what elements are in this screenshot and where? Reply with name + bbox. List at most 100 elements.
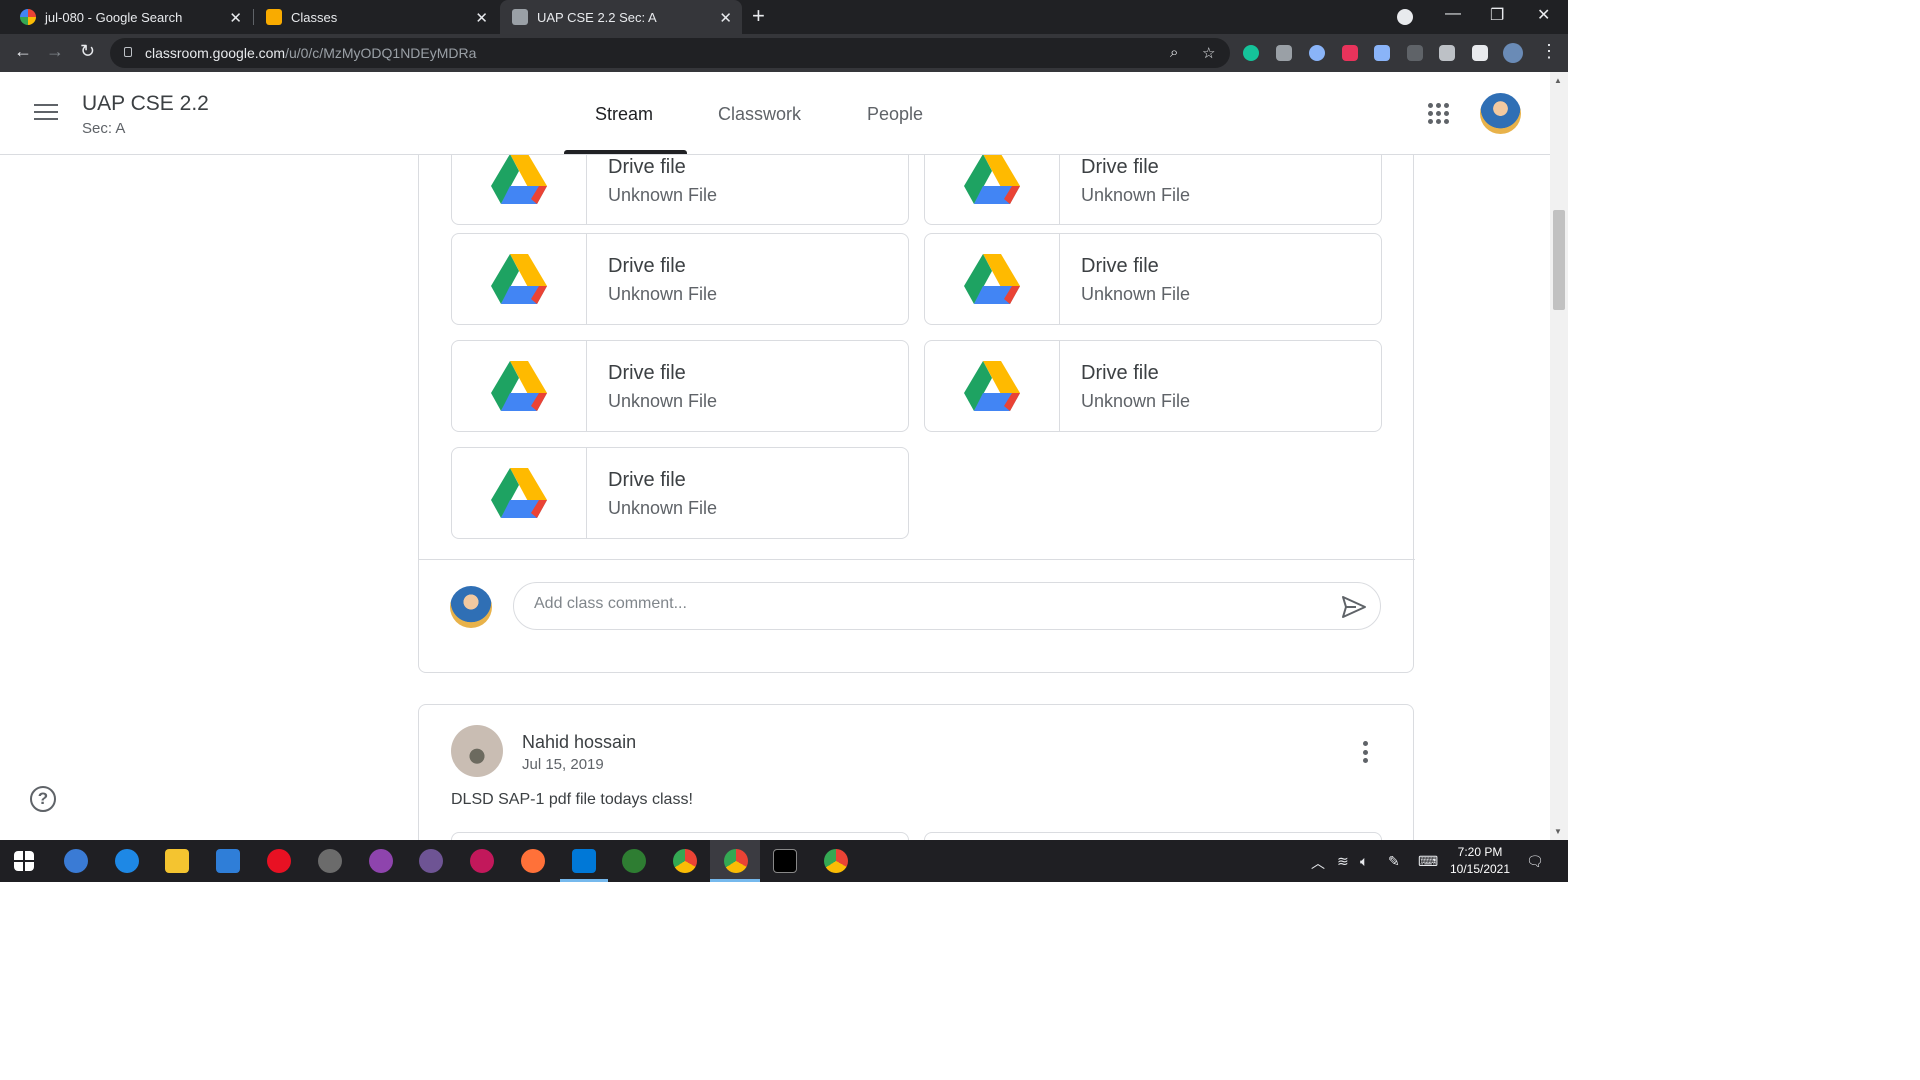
help-icon[interactable]: ? [30,786,56,812]
close-window-icon[interactable]: ✕ [1537,5,1550,25]
volume-icon[interactable]: 🔈︎ [1360,853,1368,870]
google-g-icon [20,9,36,25]
page-scrollbar[interactable]: ▲ ▼ [1550,72,1568,840]
download-extension-icon[interactable] [1374,45,1390,61]
google-drive-icon [491,155,547,204]
attachment-card[interactable] [924,832,1382,840]
terminal-icon[interactable] [773,849,797,873]
send-icon[interactable] [1340,593,1368,621]
attachment-card[interactable]: Drive file Unknown File [924,155,1382,225]
chrome-profile-icon[interactable] [724,849,748,873]
wifi-icon[interactable]: ≋ [1337,853,1349,870]
user-avatar[interactable] [1480,93,1521,134]
github-desktop-icon[interactable] [419,849,443,873]
puzzle-extensions-icon[interactable] [1472,45,1488,61]
attachment-card[interactable]: Drive file Unknown File [451,155,909,225]
tab-search-icon[interactable] [1397,9,1413,25]
mirror-extension-icon[interactable] [1407,45,1423,61]
attachment-thumbnail [925,341,1060,431]
camera-extension-icon[interactable] [1276,45,1292,61]
tab-stream[interactable]: Stream [595,104,653,125]
attachment-title: Drive file [608,469,686,491]
eclipse-icon[interactable] [622,849,646,873]
attachment-thumbnail [452,155,587,224]
vscode-icon[interactable] [572,849,596,873]
class-title[interactable]: UAP CSE 2.2 [82,92,209,116]
hamburger-icon[interactable] [34,104,58,122]
back-icon[interactable]: ← [14,41,32,62]
attachment-card[interactable]: Drive file Unknown File [924,340,1382,432]
class-comment-input[interactable] [534,595,1314,613]
attachment-type: Unknown File [608,284,718,304]
close-tab-icon[interactable]: ✕ [475,9,488,27]
eye-extension-icon[interactable] [1309,45,1325,61]
scroll-down-icon[interactable]: ▼ [1554,827,1562,836]
browser-tab-bar: jul-080 - Google Search ✕ Classes ✕ UAP … [0,0,1568,34]
google-drive-icon [491,468,547,518]
opera-icon[interactable] [267,849,291,873]
grammarly-extension-icon[interactable] [1243,45,1259,61]
new-tab-icon[interactable]: + [752,3,765,29]
attachment-card[interactable]: Drive file Unknown File [451,340,909,432]
keyboard-icon[interactable]: ⌨ [1418,853,1438,870]
attachment-type: Unknown File [1081,185,1191,205]
browser-tab-google-search[interactable]: jul-080 - Google Search ✕ [8,0,252,34]
post-date[interactable]: Jul 15, 2019 [522,756,604,773]
scroll-up-icon[interactable]: ▲ [1554,76,1562,85]
attachment-thumbnail [925,234,1060,324]
paint-icon[interactable] [470,849,494,873]
scroll-thumb[interactable] [1553,210,1565,310]
restore-icon[interactable]: ❐ [1490,5,1504,25]
chrome-menu-icon[interactable]: ⋮ [1540,41,1558,62]
running-app-indicator [710,879,760,882]
bookmark-star-icon[interactable]: ☆ [1202,44,1215,62]
google-drive-icon [491,361,547,411]
attachment-card[interactable]: Drive file Unknown File [924,233,1382,325]
edge-icon[interactable] [115,849,139,873]
attachment-thumbnail [452,234,587,324]
classroom-icon [266,9,282,25]
browser-tab-classes[interactable]: Classes ✕ [254,0,498,34]
apps-grid-icon[interactable] [1428,103,1449,124]
pen-icon[interactable]: ✎ [1388,853,1400,870]
dropper-extension-icon[interactable] [1439,45,1455,61]
attachment-card[interactable]: Drive file Unknown File [451,233,909,325]
tab-classwork[interactable]: Classwork [718,104,801,125]
url-text: classroom.google.com/u/0/c/MzMyODQ1NDEyM… [145,45,477,61]
close-tab-icon[interactable]: ✕ [229,9,242,27]
notifications-icon[interactable]: 🗨︎ [1526,853,1544,870]
messenger-icon[interactable] [369,849,393,873]
google-drive-icon [491,254,547,304]
reload-icon[interactable]: ↻ [80,41,95,62]
close-tab-icon[interactable]: ✕ [719,9,732,27]
attachment-card[interactable]: Drive file Unknown File [451,447,909,539]
play-extension-icon[interactable] [1342,45,1358,61]
class-comment-field[interactable] [513,582,1381,630]
chrome-alt-profile-icon[interactable] [824,849,848,873]
satellite-icon[interactable] [318,849,342,873]
browser-tab-uap-cse[interactable]: UAP CSE 2.2 Sec: A ✕ [500,0,742,34]
minimize-icon[interactable]: — [1445,5,1461,23]
address-bar[interactable]: classroom.google.com/u/0/c/MzMyODQ1NDEyM… [110,38,1230,68]
chrome-icon[interactable] [673,849,697,873]
windows-start-icon[interactable] [14,851,34,871]
attachment-card[interactable] [451,832,909,840]
tab-people[interactable]: People [867,104,923,125]
announcement-card: Drive file Unknown File Drive file Unkno… [418,155,1415,673]
zoom-icon[interactable]: ⌕ [1170,44,1178,61]
attachment-thumbnail [925,155,1060,224]
chrome-profile-avatar[interactable] [1503,43,1523,63]
show-hidden-icons-icon[interactable]: ︿ [1311,853,1325,873]
qbittorrent-icon[interactable] [64,849,88,873]
browser-tab-title: Classes [291,9,338,25]
forward-icon[interactable]: → [46,41,64,62]
poster-avatar[interactable] [451,725,503,777]
firefox-icon[interactable] [521,849,545,873]
browser-toolbar: ← → ↻ classroom.google.com/u/0/c/MzMyODQ… [0,34,1568,72]
mail-icon[interactable] [216,849,240,873]
file-explorer-icon[interactable] [165,849,189,873]
attachment-type: Unknown File [608,498,718,518]
class-section: Sec: A [82,120,126,137]
more-vert-icon[interactable] [1363,741,1369,763]
taskbar-clock[interactable]: 7:20 PM 10/15/2021 [1446,844,1514,878]
